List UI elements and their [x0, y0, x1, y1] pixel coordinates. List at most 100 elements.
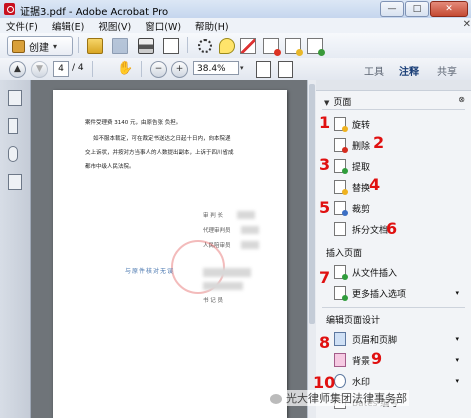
fit-width-icon[interactable] [256, 61, 271, 78]
maximize-button[interactable]: □ [405, 1, 429, 17]
close-button[interactable]: ✕ [430, 1, 468, 17]
menu-window[interactable]: 窗口(W) [145, 19, 181, 33]
close-document-icon[interactable]: ✕ [463, 19, 471, 30]
annotation-number: 1 [319, 113, 331, 132]
chevron-down-icon: ▾ [455, 335, 459, 343]
signature-icon[interactable] [8, 174, 22, 190]
menu-bar: 文件(F) 编辑(E) 视图(V) 窗口(W) 帮助(H) ✕ [0, 18, 471, 34]
main-toolbar: 创建 ▾ [0, 33, 471, 59]
tool-insert-from-file[interactable]: 从文件插入 [334, 264, 397, 280]
chevron-down-icon: ▾ [455, 377, 459, 385]
menu-edit[interactable]: 编辑(E) [52, 19, 84, 33]
annotation-number: 5 [319, 198, 331, 217]
section-pages-header[interactable]: ▼ 页面 [324, 95, 351, 108]
replace-icon [334, 180, 348, 195]
next-page-button[interactable]: ▼ [31, 61, 48, 78]
navigation-toolbar: ▲ ▼ 4 / 4 ✋ − + 38.4% ▾ 工具 注释 共享 [0, 58, 471, 81]
panel-header-strip [316, 80, 471, 91]
extract-page-icon[interactable] [307, 38, 325, 56]
tool-header-footer[interactable]: 页眉和页脚 ▾ [334, 331, 459, 347]
doc-signature-label: 代理审判员 [203, 228, 231, 234]
wechat-icon [270, 394, 282, 404]
pdf-page: 案件受理费 3140 元，由原告张 负担。 如不服本裁定，可在裁定书送达之日起十… [53, 90, 287, 418]
rotate-page-icon[interactable] [285, 38, 303, 56]
page-number-input[interactable]: 4 [53, 61, 69, 77]
tool-watermark[interactable]: 水印 ▾ [334, 373, 459, 389]
tab-tools[interactable]: 工具 [364, 63, 384, 78]
fit-page-icon[interactable] [278, 61, 293, 78]
delete-icon [334, 138, 348, 153]
gear-icon[interactable] [198, 39, 212, 53]
annotation-number: 8 [319, 333, 331, 352]
redaction [241, 226, 259, 234]
rotate-icon [334, 117, 348, 132]
insert-file-icon [334, 265, 348, 280]
sign-pen-icon[interactable] [240, 38, 256, 54]
tool-replace[interactable]: 替换 [334, 179, 370, 195]
doc-signature-label: 审 判 长 [203, 213, 223, 219]
wechat-watermark: 光大律师集团法律事务部 [268, 390, 409, 406]
tool-extract[interactable]: 提取 [334, 158, 370, 174]
redaction [203, 268, 251, 277]
menu-help[interactable]: 帮助(H) [195, 19, 229, 33]
create-label: 创建 [29, 42, 49, 54]
comment-bubble-icon[interactable] [219, 38, 235, 54]
zoom-out-button[interactable]: − [150, 61, 167, 78]
doc-line: 交上诉状，并按对方当事人的人数提出副本，上诉于四川省成 [85, 150, 234, 156]
document-view[interactable]: 案件受理费 3140 元，由原告张 负担。 如不服本裁定，可在裁定书送达之日起十… [31, 80, 307, 418]
print-icon[interactable] [138, 38, 154, 54]
panel-options-icon[interactable]: ⊗ [458, 95, 465, 104]
tool-crop[interactable]: 裁剪 [334, 200, 370, 216]
page-total: / 4 [72, 63, 84, 73]
annotation-number: 3 [319, 155, 331, 174]
previous-page-button[interactable]: ▲ [9, 61, 26, 78]
toolbar-divider [92, 61, 93, 77]
tool-rotate[interactable]: 旋转 [334, 116, 370, 132]
tool-background[interactable]: 背景 ▾ [334, 352, 459, 368]
chevron-down-icon: ▾ [53, 41, 58, 51]
annotation-number: 2 [373, 133, 385, 152]
tab-share[interactable]: 共享 [437, 63, 457, 78]
tab-comments[interactable]: 注释 [399, 63, 419, 78]
page-thumbnails-icon[interactable] [8, 90, 22, 106]
doc-line: 如不服本裁定，可在裁定书送达之日起十日内，向本院递 [93, 136, 231, 142]
chevron-down-icon[interactable]: ▾ [240, 61, 248, 75]
toolbar-divider [187, 37, 188, 53]
tool-delete[interactable]: 删除 [334, 137, 370, 153]
tool-more-insert-options[interactable]: 更多插入选项 ▾ [334, 285, 459, 301]
tool-split-document[interactable]: 拆分文档 [334, 221, 388, 237]
tools-panel: ▼ 页面 ⊗ 旋转 删除 提取 替换 裁剪 拆分文档 插入页面 从文件插入 更多插… [316, 80, 471, 418]
open-folder-icon[interactable] [87, 38, 103, 54]
delete-page-icon[interactable] [263, 38, 281, 56]
window-title: 证据3.pdf - Adobe Acrobat Pro [20, 7, 169, 18]
attachment-icon[interactable] [8, 146, 18, 162]
create-button[interactable]: 创建 ▾ [7, 36, 73, 56]
left-navigation-pane [0, 80, 31, 418]
hand-tool-icon[interactable]: ✋ [117, 61, 133, 76]
menu-file[interactable]: 文件(F) [6, 19, 38, 33]
title-bar: 证据3.pdf - Adobe Acrobat Pro — □ ✕ [0, 0, 471, 19]
email-icon[interactable] [163, 38, 179, 54]
zoom-input[interactable]: 38.4% [193, 61, 239, 75]
extract-icon [334, 159, 348, 174]
toolbar-divider [78, 37, 79, 53]
create-icon [12, 39, 25, 53]
zoom-in-button[interactable]: + [171, 61, 188, 78]
section-divider [322, 109, 465, 110]
header-footer-icon [334, 332, 346, 346]
chevron-down-icon: ▾ [455, 356, 459, 364]
annotation-number: 7 [319, 268, 331, 287]
minimize-button[interactable]: — [380, 1, 404, 17]
watermark-icon [334, 374, 346, 388]
annotation-number: 6 [386, 219, 398, 238]
save-icon[interactable] [112, 38, 128, 54]
chevron-down-icon: ▾ [455, 289, 459, 297]
crop-icon [334, 201, 348, 216]
acrobat-app-icon [4, 3, 15, 15]
menu-view[interactable]: 视图(V) [98, 19, 131, 33]
more-insert-icon [334, 286, 348, 301]
section-insert-header: 插入页面 [326, 249, 363, 259]
scrollbar-thumb[interactable] [309, 84, 315, 324]
bookmark-icon[interactable] [8, 118, 18, 134]
handwritten-annotation: 与原件核对无误 [125, 268, 175, 275]
